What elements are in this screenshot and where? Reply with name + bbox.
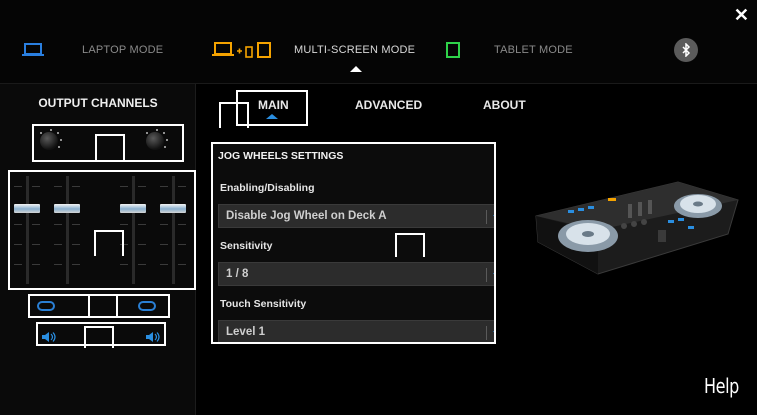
laptop-icon <box>22 43 44 57</box>
mode-laptop[interactable]: LAPTOP MODE <box>22 40 163 60</box>
touch-sensitivity-select[interactable]: Level 1 <box>218 320 494 342</box>
gain-knob-right[interactable] <box>142 128 168 154</box>
volume-marker-box <box>84 326 114 348</box>
tab-about[interactable]: ABOUT <box>483 98 526 112</box>
sensitivity-select-value: 1 / 8 <box>226 268 249 280</box>
fader-1-cap[interactable] <box>14 204 40 213</box>
tab-marker-box <box>219 102 249 128</box>
link-icon-left[interactable] <box>37 301 55 311</box>
enabling-select-value: Disable Jog Wheel on Deck A <box>226 210 387 222</box>
chevron-down-icon <box>493 331 494 336</box>
bluetooth-button[interactable] <box>674 38 698 62</box>
fader-4-cap[interactable] <box>160 204 186 213</box>
link-icon-right[interactable] <box>138 301 156 311</box>
tab-main-indicator <box>266 114 278 119</box>
close-icon: ✕ <box>733 5 749 25</box>
mode-multi-screen-label: MULTI-SCREEN MODE <box>294 44 416 56</box>
mode-multi-screen[interactable]: MULTI-SCREEN MODE <box>212 40 415 60</box>
bluetooth-icon <box>682 43 691 57</box>
speaker-icon-left[interactable] <box>42 329 56 342</box>
enabling-select[interactable]: Disable Jog Wheel on Deck A <box>218 204 494 228</box>
fader-1[interactable] <box>14 176 40 284</box>
help-link[interactable]: Help <box>704 374 739 398</box>
multi-screen-icon <box>212 42 280 58</box>
fader-2-cap[interactable] <box>54 204 80 213</box>
gain-knob-left[interactable] <box>36 128 62 154</box>
settings-marker-box <box>395 233 425 257</box>
mode-laptop-label: LAPTOP MODE <box>82 44 164 56</box>
fader-4[interactable] <box>160 176 186 284</box>
sensitivity-select[interactable]: 1 / 8 <box>218 262 494 286</box>
tablet-icon <box>446 42 460 58</box>
touch-sensitivity-label: Touch Sensitivity <box>220 298 307 310</box>
touch-sensitivity-select-value: Level 1 <box>226 326 265 338</box>
mode-bar: LAPTOP MODE MULTI-SCREEN MODE TABLET MOD… <box>0 0 757 84</box>
active-mode-caret <box>350 66 362 72</box>
enabling-label: Enabling/Disabling <box>220 182 315 194</box>
jog-wheels-settings-panel: JOG WHEELS SETTINGS Enabling/Disabling D… <box>211 142 496 344</box>
output-channels-title: OUTPUT CHANNELS <box>38 96 158 110</box>
close-button[interactable]: ✕ <box>734 6 749 24</box>
sensitivity-label: Sensitivity <box>220 240 273 252</box>
jog-settings-title: JOG WHEELS SETTINGS <box>218 150 344 162</box>
fader-2[interactable] <box>54 176 80 284</box>
dj-controller-image <box>528 170 740 278</box>
tab-main[interactable]: MAIN <box>258 98 289 112</box>
mode-tablet-label: TABLET MODE <box>494 44 573 56</box>
fader-marker-box <box>94 230 124 256</box>
speaker-icon-right[interactable] <box>146 329 160 342</box>
tab-advanced[interactable]: ADVANCED <box>355 98 422 112</box>
chevron-down-icon <box>493 273 494 278</box>
chevron-down-icon <box>493 215 494 220</box>
link-marker-box <box>88 294 118 318</box>
mode-tablet[interactable]: TABLET MODE <box>446 40 573 60</box>
knob-marker-box <box>95 134 125 162</box>
fader-3-cap[interactable] <box>120 204 146 213</box>
